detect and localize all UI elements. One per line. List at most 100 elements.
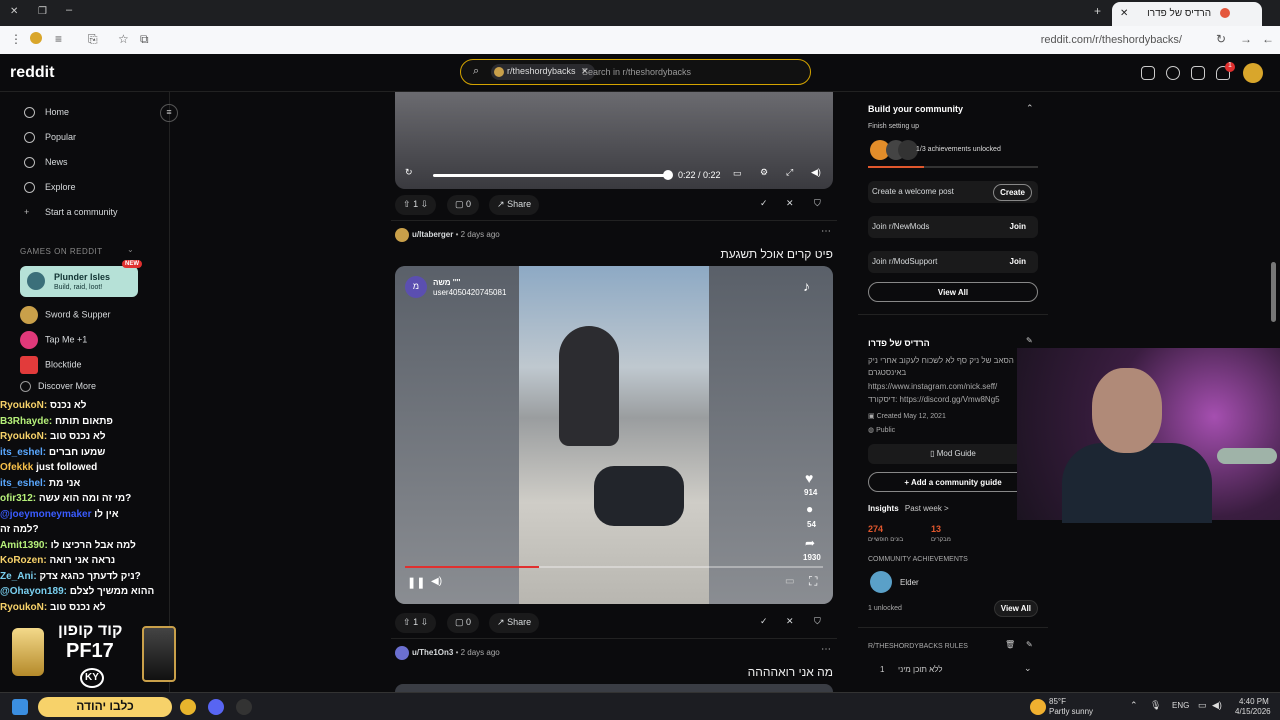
post-title[interactable]: פיט קרים אוכל תשגעת	[720, 247, 833, 261]
join-button[interactable]: Join	[1004, 254, 1032, 269]
fullscreen-icon[interactable]: ⛶	[809, 574, 817, 589]
chevron-down-icon[interactable]: ⌄	[127, 245, 134, 254]
progress-handle[interactable]	[663, 170, 673, 180]
game-blocktide[interactable]: Blocktide	[20, 356, 82, 374]
close-window-icon[interactable]: ✕	[10, 6, 18, 17]
reload-icon[interactable]: ↻	[1216, 32, 1226, 46]
comments-button[interactable]: ▢ 0	[447, 195, 480, 215]
app-icon[interactable]	[236, 699, 252, 715]
more-options-icon[interactable]: ⋯	[821, 644, 831, 655]
nav-home[interactable]: Home	[24, 107, 69, 119]
more-options-icon[interactable]: ⋯	[821, 226, 831, 237]
remove-icon[interactable]: ✕	[786, 616, 794, 627]
pause-icon[interactable]: ❚❚	[407, 576, 425, 589]
achievements-view-all[interactable]: View All	[993, 600, 1038, 617]
edit-pencil-icon[interactable]: ✎	[1026, 336, 1033, 345]
share-page-icon[interactable]: ⎘	[88, 32, 98, 47]
post-video[interactable]: מ משה '''' user4050420745081 ♪ ♥ 914 ● 5…	[395, 266, 833, 604]
video-progress-track[interactable]	[405, 566, 823, 568]
approve-icon[interactable]: ✓	[760, 616, 768, 627]
page-scrollbar[interactable]	[1271, 262, 1276, 322]
chevron-down-icon[interactable]: ⌄	[1024, 663, 1032, 674]
upvote-icon[interactable]: ⇧	[403, 617, 411, 627]
add-guide-button[interactable]: + Add a community guide	[868, 472, 1038, 492]
volume-icon[interactable]: ◀)	[1212, 700, 1222, 711]
search-bar[interactable]: ⌕ r/theshordybacks ✕ Search in r/theshor…	[460, 59, 811, 85]
nav-explore[interactable]: Explore	[24, 182, 76, 194]
discord-link[interactable]: דיסקורד: https://discord.gg/Vmw8Ng5	[868, 395, 1000, 404]
captions-icon[interactable]: ▭	[733, 168, 742, 179]
tray-chevron-icon[interactable]: ⌃	[1130, 700, 1138, 711]
back-icon[interactable]: ←	[1262, 32, 1274, 46]
instagram-link[interactable]: https://www.instagram.com/nick.seff/	[868, 382, 997, 391]
post-author[interactable]: u/Itaberger	[412, 230, 453, 239]
replay-icon[interactable]: ↻	[405, 167, 413, 178]
advertise-icon[interactable]	[1141, 66, 1155, 80]
minimize-window-icon[interactable]: –	[66, 4, 72, 16]
upvote-icon[interactable]: ⇧	[403, 199, 411, 209]
chrome-icon[interactable]	[180, 699, 196, 715]
nav-start-community[interactable]: + Start a community	[24, 207, 118, 218]
user-avatar[interactable]	[1243, 63, 1263, 83]
network-icon[interactable]: ▭	[1198, 700, 1207, 711]
volume-icon[interactable]: ◀)	[811, 167, 821, 178]
active-tab[interactable]: ✕ הרדיס של פדרו	[1112, 2, 1262, 26]
address-bar[interactable]: reddit.com/r/theshordybacks/	[1041, 34, 1182, 46]
post-video[interactable]	[395, 684, 833, 692]
create-post-icon[interactable]	[1191, 66, 1205, 80]
install-app-icon[interactable]: ⧉	[140, 32, 149, 47]
discord-icon[interactable]	[208, 699, 224, 715]
nav-popular[interactable]: Popular	[24, 132, 76, 144]
collapse-sidebar-icon[interactable]: ≡	[160, 104, 178, 122]
bookmark-star-icon[interactable]: ☆	[118, 32, 129, 46]
mod-guide-button[interactable]: ▯ Mod Guide	[868, 444, 1038, 464]
trash-icon[interactable]: 🗑	[1005, 640, 1015, 649]
video-progress-bar[interactable]	[433, 174, 668, 177]
shield-icon[interactable]: ⛉	[814, 198, 821, 209]
chevron-up-icon[interactable]: ⌃	[1026, 103, 1034, 114]
nav-news[interactable]: News	[24, 157, 68, 169]
share-button[interactable]: ↗ Share	[489, 195, 540, 215]
forward-icon[interactable]: →	[1240, 32, 1252, 46]
rule-text[interactable]: ללא תוכן מיני	[898, 665, 943, 674]
view-all-tasks-button[interactable]: View All	[868, 282, 1038, 302]
remove-icon[interactable]: ✕	[786, 198, 794, 209]
new-tab-icon[interactable]: +	[1094, 4, 1101, 18]
fullscreen-icon[interactable]: ⤢	[786, 167, 793, 178]
featured-game-card[interactable]: Plunder Isles Build, raid, loot! NEW	[20, 260, 142, 297]
vote-control[interactable]: ⇧ 1 ⇩	[395, 195, 437, 215]
post-author[interactable]: u/The1On3	[412, 648, 453, 657]
join-button[interactable]: Join	[1004, 219, 1032, 234]
tab-close-icon[interactable]: ✕	[1120, 8, 1128, 19]
post-title[interactable]: מה אני רואהההה	[748, 665, 833, 679]
volume-icon[interactable]: ◀)	[431, 576, 442, 587]
windows-start-icon[interactable]	[12, 699, 28, 715]
tab-search-icon[interactable]: ≡	[55, 32, 62, 46]
chat-icon[interactable]	[1166, 66, 1180, 80]
shield-icon[interactable]: ⛉	[814, 616, 821, 627]
mic-icon[interactable]: 🎙	[1150, 700, 1161, 711]
user-avatar[interactable]	[395, 646, 409, 660]
game-discover-more[interactable]: Discover More	[20, 381, 96, 393]
downvote-icon[interactable]: ⇩	[421, 617, 429, 627]
comments-button[interactable]: ▢ 0	[447, 613, 480, 633]
insights-range[interactable]: Past week >	[905, 504, 949, 513]
share-button[interactable]: ↗ Share	[489, 613, 540, 633]
menu-dots-icon[interactable]: ⋮	[10, 32, 22, 46]
search-placeholder[interactable]: Search in r/theshordybacks	[582, 67, 691, 77]
edit-pencil-icon[interactable]: ✎	[1026, 640, 1033, 649]
reddit-logo[interactable]: reddit	[10, 64, 54, 82]
downvote-icon[interactable]: ⇩	[421, 199, 429, 209]
restore-window-icon[interactable]: ❐	[38, 6, 47, 17]
video-player[interactable]: ↻ 0:22 / 0:22 ▭ ⚙ ⤢ ◀)	[395, 92, 833, 189]
game-tap-me[interactable]: Tap Me +1	[20, 331, 87, 349]
user-avatar[interactable]	[395, 228, 409, 242]
create-button[interactable]: Create	[993, 184, 1032, 201]
language-indicator[interactable]: ENG	[1172, 701, 1189, 710]
community-search-chip[interactable]: r/theshordybacks ✕	[491, 64, 595, 80]
approve-icon[interactable]: ✓	[760, 198, 768, 209]
game-sword-supper[interactable]: Sword & Supper	[20, 306, 111, 324]
extension-icon[interactable]	[30, 32, 42, 44]
vote-control[interactable]: ⇧ 1 ⇩	[395, 613, 437, 633]
captions-icon[interactable]: ▭	[785, 576, 794, 587]
